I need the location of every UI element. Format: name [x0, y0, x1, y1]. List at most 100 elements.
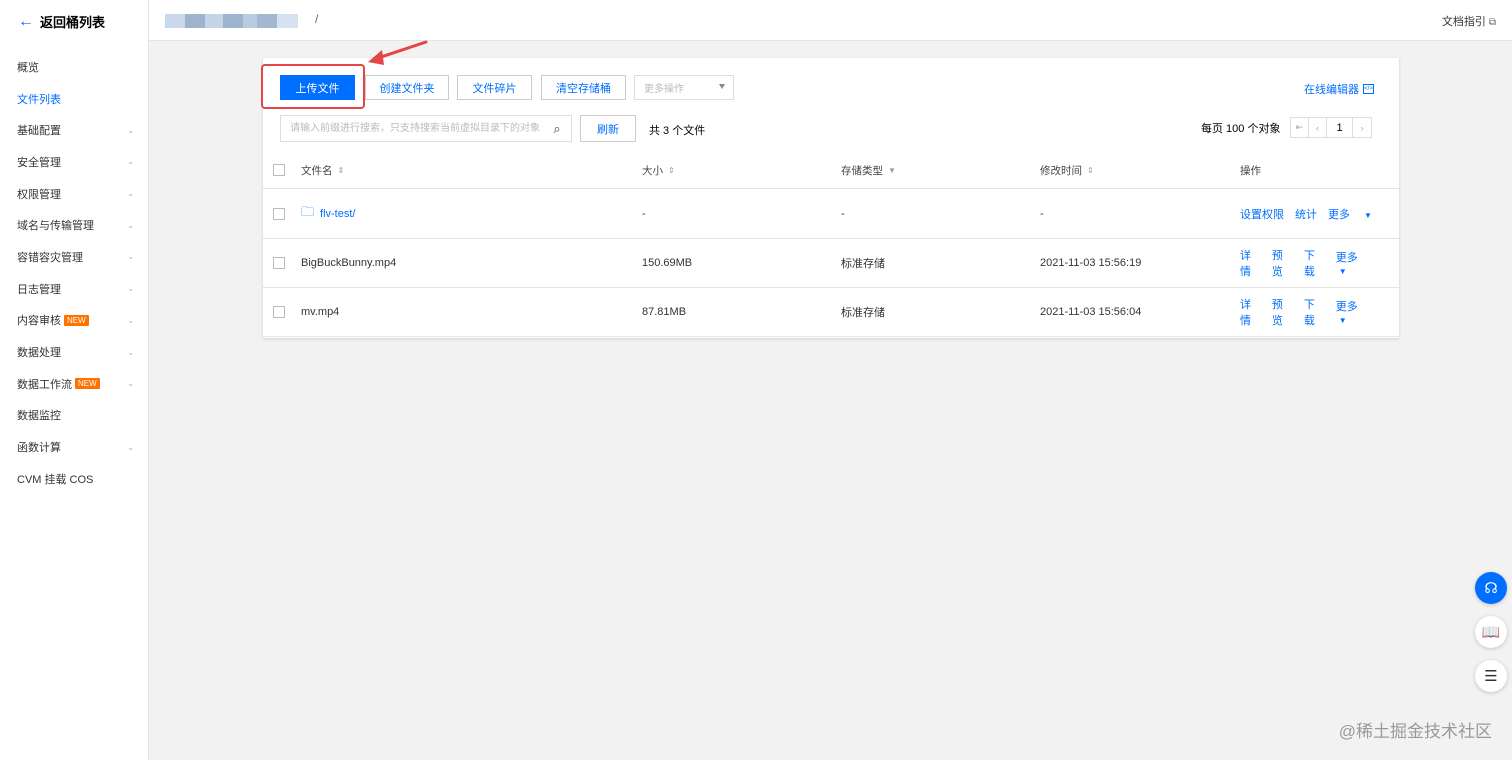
ops-cell: 详情 预览 下载 更多 ▼ [1240, 239, 1399, 287]
col-storage[interactable]: 存储类型 ▼ [841, 152, 896, 188]
sidebar-item[interactable]: 内容审核 NEW ⌄ [0, 305, 148, 337]
page-number-input[interactable]: 1 [1327, 118, 1353, 137]
sidebar-item[interactable]: 域名与传输管理 ⌄ [0, 209, 148, 241]
chevron-down-icon: ⌄ [127, 442, 134, 452]
file-name-cell[interactable]: 🗀 flv-test/ [301, 190, 355, 238]
chevron-down-icon: ⌄ [127, 347, 134, 357]
col-size[interactable]: 大小 ⇕ [642, 152, 675, 188]
more-label: 更多 [1335, 301, 1358, 313]
search-box: ⌕ [280, 115, 572, 142]
sort-icon: ⇕ [668, 165, 675, 175]
op-link[interactable]: 预览 [1272, 247, 1293, 279]
modified-cell: 2021-11-03 15:56:04 [1040, 306, 1142, 318]
more-actions-select[interactable]: 更多操作 [634, 75, 734, 100]
storage-cell: - [841, 208, 845, 220]
sidebar-item[interactable]: 数据工作流 NEW ⌄ [0, 368, 148, 400]
create-folder-button[interactable]: 创建文件夹 [365, 75, 449, 100]
col-modified-label: 修改时间 [1040, 164, 1082, 177]
arrow-left-icon: ← [18, 12, 34, 30]
sidebar-item[interactable]: 数据处理 ⌄ [0, 336, 148, 368]
op-link[interactable]: 统计 [1295, 206, 1317, 222]
caret-down-icon: ▼ [1364, 211, 1372, 220]
sidebar-item-label: 数据处理 [17, 347, 61, 360]
prev-page-icon[interactable]: ‹ [1309, 118, 1327, 137]
sidebar-item[interactable]: CVM 挂载 COS [0, 463, 148, 495]
sidebar-item-label: 数据工作流 [17, 378, 72, 391]
sidebar-item[interactable]: 函数计算 ⌄ [0, 431, 148, 463]
online-editor-link[interactable]: 在线编辑器 </> [1304, 81, 1374, 97]
sidebar-item[interactable]: 日志管理 ⌄ [0, 273, 148, 305]
more-label: 更多 [1328, 209, 1350, 221]
customer-service-icon[interactable]: ☊ [1475, 572, 1507, 604]
storage-cell: 标准存储 [841, 307, 885, 319]
sidebar-item[interactable]: 概览 [0, 51, 148, 83]
sidebar-item-label: 文件列表 [17, 93, 61, 106]
sidebar-item[interactable]: 基础配置 ⌄ [0, 114, 148, 146]
ops-cell: 详情 预览 下载 更多 ▼ [1240, 288, 1399, 336]
row-checkbox[interactable] [273, 257, 285, 269]
outline-icon[interactable]: ☰ [1475, 660, 1507, 692]
folder-icon: 🗀 [301, 204, 315, 219]
col-name-label: 文件名 [301, 164, 333, 177]
first-page-icon[interactable]: ⇤ [1291, 118, 1309, 137]
file-fragments-button[interactable]: 文件碎片 [457, 75, 532, 100]
book-icon[interactable]: 📖 [1475, 616, 1507, 648]
annotation-arrow-icon [368, 40, 428, 65]
more-dropdown[interactable]: 更多 ▼ [1336, 249, 1388, 277]
sidebar-item-label: 函数计算 [17, 442, 61, 455]
col-modified[interactable]: 修改时间 ⇕ [1040, 152, 1094, 188]
sidebar-item[interactable]: 容错容灾管理 ⌄ [0, 241, 148, 273]
chevron-down-icon: ⌄ [127, 189, 134, 199]
sidebar-item[interactable]: 数据监控 [0, 400, 148, 432]
more-dropdown[interactable]: 更多 ▼ [1336, 298, 1388, 326]
caret-down-icon [719, 84, 725, 89]
col-name[interactable]: 文件名 ⇕ [301, 152, 344, 188]
table-row: 🗀 flv-test/ - - - 设置权限 统计 更多 ▼ [263, 190, 1399, 239]
op-link[interactable]: 设置权限 [1240, 206, 1284, 222]
row-checkbox[interactable] [273, 208, 285, 220]
refresh-button[interactable]: 刷新 [580, 115, 636, 142]
upload-file-button[interactable]: 上传文件 [280, 75, 355, 100]
external-link-icon: ⧉ [1488, 17, 1496, 28]
sidebar-nav: 概览 文件列表 基础配置 ⌄ 安全管理 ⌄ 权限管理 ⌄ 域名与传输管理 ⌄ 容错容灾管理 ⌄ 日志管理… [0, 51, 148, 495]
back-to-bucket-list[interactable]: ← 返回桶列表 [18, 12, 105, 31]
chevron-down-icon: ⌄ [127, 125, 134, 135]
back-label: 返回桶列表 [40, 15, 106, 30]
sidebar-item-label: 安全管理 [17, 156, 61, 169]
new-badge: NEW [75, 378, 100, 390]
op-link[interactable]: 预览 [1272, 296, 1293, 328]
op-link[interactable]: 详情 [1240, 247, 1261, 279]
file-count: 共 3 个文件 [649, 125, 706, 137]
sidebar-item-label: 日志管理 [17, 283, 61, 296]
more-dropdown[interactable]: 更多 ▼ [1328, 206, 1383, 222]
op-link[interactable]: 详情 [1240, 296, 1261, 328]
op-link[interactable]: 下载 [1304, 296, 1325, 328]
doc-guide-link[interactable]: 文档指引 ⧉ [1442, 13, 1496, 29]
caret-down-icon: ▼ [1338, 316, 1347, 325]
chevron-down-icon: ⌄ [127, 252, 134, 262]
op-link[interactable]: 下载 [1304, 247, 1325, 279]
sidebar-item[interactable]: 文件列表 [0, 83, 148, 115]
sort-icon: ⇕ [1087, 165, 1094, 175]
clear-bucket-button[interactable]: 清空存储桶 [541, 75, 626, 100]
select-all-checkbox[interactable] [273, 164, 285, 176]
online-editor-label: 在线编辑器 [1304, 84, 1359, 96]
chevron-down-icon: ⌄ [127, 315, 134, 325]
col-storage-label: 存储类型 [841, 164, 883, 177]
size-cell: 87.81MB [642, 306, 687, 318]
modified-cell: - [1040, 208, 1044, 220]
next-page-icon[interactable]: › [1353, 118, 1371, 137]
search-icon[interactable]: ⌕ [543, 116, 571, 141]
row-checkbox[interactable] [273, 306, 285, 318]
table-row: mv.mp4 87.81MB 标准存储 2021-11-03 15:56:04 详情 预览… [263, 288, 1399, 337]
sidebar-item-label: 概览 [17, 61, 39, 74]
sidebar-item-label: 数据监控 [17, 410, 61, 423]
sidebar-item[interactable]: 安全管理 ⌄ [0, 146, 148, 178]
file-name: BigBuckBunny.mp4 [301, 257, 397, 269]
chevron-down-icon: ⌄ [127, 284, 134, 294]
file-name[interactable]: flv-test/ [320, 208, 355, 220]
search-input[interactable] [281, 116, 543, 141]
sidebar-item-label: 权限管理 [17, 188, 61, 201]
chevron-down-icon: ⌄ [127, 379, 134, 389]
sidebar-item[interactable]: 权限管理 ⌄ [0, 178, 148, 210]
